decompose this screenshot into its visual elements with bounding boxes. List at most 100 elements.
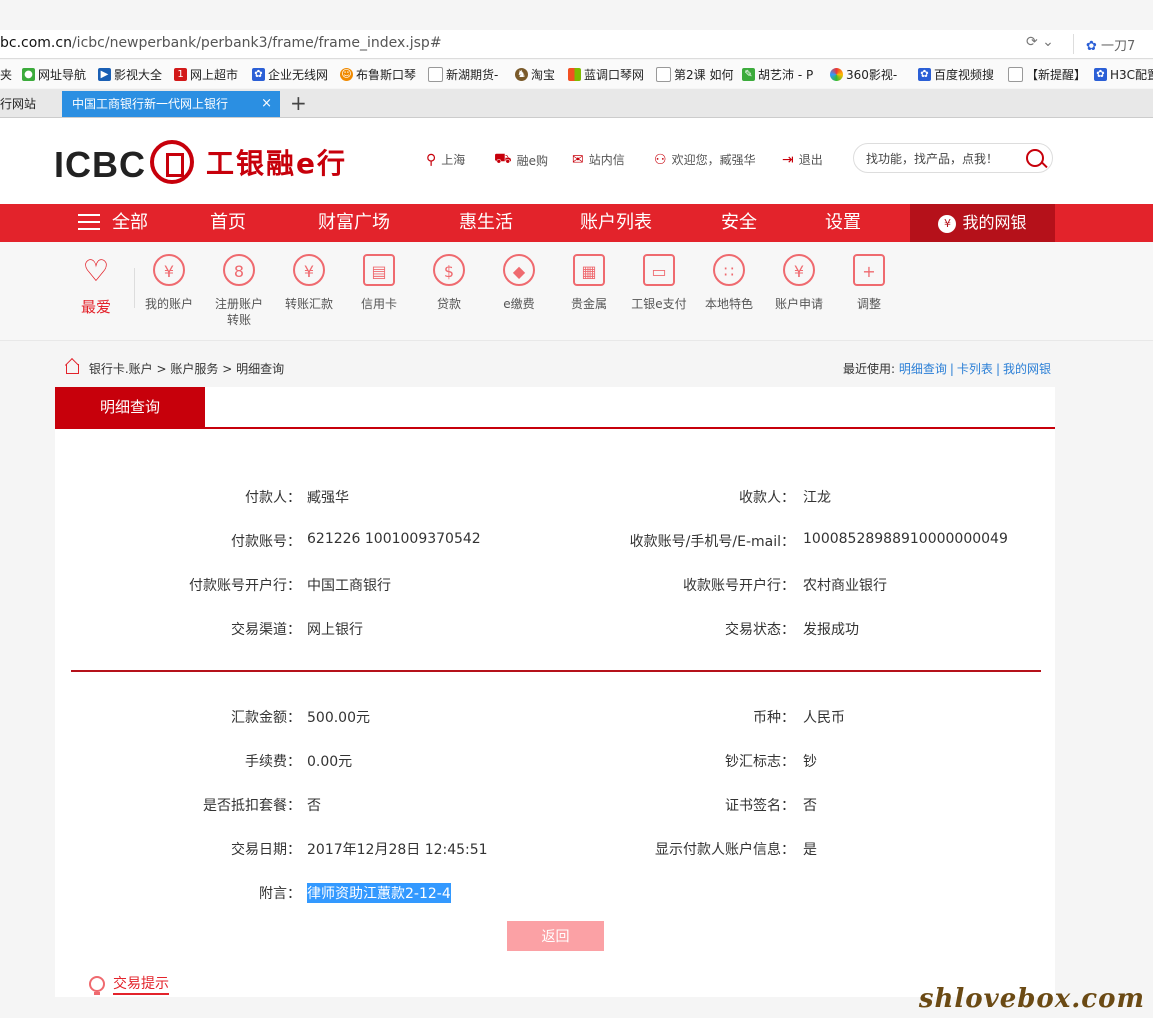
recent-my-ebank[interactable]: 我的网银: [1003, 362, 1051, 376]
bookmark-4[interactable]: ✿ 企业无线网: [252, 66, 328, 83]
quick-account-apply[interactable]: ¥ 账户申请: [764, 254, 834, 312]
quick-my-account[interactable]: ¥ 我的账户: [134, 254, 204, 312]
nav-life[interactable]: 惠生活: [459, 204, 513, 242]
quick-precious-metal[interactable]: ▦ 贵金属: [554, 254, 624, 312]
quick-icbc-epay[interactable]: ▭ 工银e支付: [624, 254, 694, 312]
yen-icon: ¥: [153, 254, 185, 286]
nav-my-ebank[interactable]: ¥ 我的网银: [910, 204, 1055, 242]
local-grid-icon: ∷: [713, 254, 745, 286]
bookmark-1[interactable]: ● 网址导航: [22, 66, 86, 83]
bookmark-5[interactable]: ☺ 布鲁斯口琴: [340, 66, 416, 83]
new-tab-icon[interactable]: +: [290, 91, 307, 115]
detail-panel: 明细查询 付款人： 臧强华 收款人： 江龙 付款账号： 621226 10010093…: [55, 387, 1055, 997]
bookmark-6[interactable]: 新湖期货-: [428, 66, 498, 83]
nav-accounts[interactable]: 账户列表: [580, 204, 652, 242]
breadcrumb-account-service[interactable]: 账户服务: [170, 362, 218, 376]
site-header: ICBC 工银融e行 ⚲ 上海 ⛟ 融e购 ✉ 站内信 ⚇ 欢迎您，臧强华 ⇥ 退出: [0, 118, 1153, 204]
bookmark-11[interactable]: 360影视-: [830, 66, 897, 83]
yen-icon: ¥: [783, 254, 815, 286]
location-icon: ⚲: [426, 151, 437, 168]
mail-link[interactable]: ✉ 站内信: [572, 151, 625, 168]
icbc-seal-icon: [150, 140, 194, 184]
transaction-tip[interactable]: 交易提示: [89, 973, 169, 995]
shop-link[interactable]: ⛟ 融e购: [494, 151, 548, 169]
welcome-link[interactable]: ⚇ 欢迎您，臧强华: [654, 151, 756, 168]
bookmark-3[interactable]: 1 网上超市: [174, 66, 238, 83]
ie-compat-icon[interactable]: ⟳ ⌄: [1026, 34, 1054, 50]
site-search-input[interactable]: [864, 148, 1023, 170]
bookmark-13[interactable]: 【新提醒】: [1008, 66, 1086, 83]
nav-home[interactable]: 首页: [210, 204, 246, 242]
taobao-icon: ♞: [515, 68, 528, 81]
quick-adjust[interactable]: + 调整: [834, 254, 904, 312]
edit-icon: ✎: [742, 68, 755, 81]
quick-remittance[interactable]: ¥ 转账汇款: [274, 254, 344, 312]
breadcrumb-detail-query: 明细查询: [236, 362, 285, 376]
quick-loan[interactable]: $ 贷款: [414, 254, 484, 312]
bookmark-12[interactable]: ✿ 百度视频搜: [918, 66, 994, 83]
payee-account-value: 10008528988910000000049: [803, 531, 1008, 547]
nav-wealth[interactable]: 财富广场: [318, 204, 390, 242]
paw-icon: ✿: [252, 68, 265, 81]
panel-header-line: [55, 427, 1055, 429]
home-icon[interactable]: [66, 364, 79, 374]
cash-flag-value: 钞: [803, 754, 817, 770]
nav-security[interactable]: 安全: [721, 204, 757, 242]
quick-credit-card[interactable]: ▤ 信用卡: [344, 254, 414, 312]
city-link[interactable]: ⚲ 上海: [426, 151, 465, 168]
bookmark-0[interactable]: 夹: [0, 66, 12, 83]
search-icon[interactable]: [1026, 149, 1044, 167]
payee-bank-value: 农村商业银行: [803, 578, 887, 594]
icbc-logo[interactable]: ICBC: [54, 144, 146, 186]
recent-used: 最近使用: 明细查询 | 卡列表 | 我的网银: [842, 362, 1051, 376]
recent-detail-query[interactable]: 明细查询: [899, 362, 947, 376]
address-bar[interactable]: bc.com.cn/icbc/newperbank/perbank3/frame…: [0, 30, 1153, 59]
quick-epay-bills[interactable]: ◆ e缴费: [484, 254, 554, 312]
bookmark-14[interactable]: ✿H3C配置: [1094, 66, 1153, 83]
nav-all[interactable]: 全部: [78, 204, 148, 242]
quick-local[interactable]: ∷ 本地特色: [694, 254, 764, 312]
favorite-item[interactable]: ♡ 最爱: [76, 256, 116, 317]
quick-register-transfer[interactable]: 8 注册账户转账: [204, 254, 274, 328]
close-tab-icon[interactable]: ×: [261, 91, 272, 117]
paw-icon: ✿: [918, 68, 931, 81]
360-icon: [830, 68, 843, 81]
page-icon: [656, 67, 671, 82]
film-icon: ▶: [98, 68, 111, 81]
breadcrumb: 银行卡.账户 > 账户服务 > 明细查询: [66, 360, 284, 377]
tab-bar: 行网站 中国工商银行新一代网上银行 × +: [0, 89, 1153, 118]
bookmark-2[interactable]: ▶ 影视大全: [98, 66, 162, 83]
transfer-lock-icon: 8: [223, 254, 255, 286]
bookmark-8[interactable]: 蓝调口琴网: [568, 66, 644, 83]
brand-name: 工银融e行: [206, 147, 347, 180]
back-button[interactable]: 返回: [507, 921, 604, 951]
tab-icbc[interactable]: 中国工商银行新一代网上银行 ×: [62, 91, 280, 117]
smile-icon: ☺: [340, 68, 353, 81]
page-icon: [428, 67, 443, 82]
logout-link[interactable]: ⇥ 退出: [782, 151, 823, 168]
url-text[interactable]: bc.com.cn/icbc/newperbank/perbank3/frame…: [0, 35, 442, 51]
bookmark-7[interactable]: ♞ 淘宝: [515, 66, 555, 83]
breadcrumb-card-account[interactable]: 银行卡.账户: [89, 362, 153, 376]
logout-icon: ⇥: [782, 151, 794, 168]
browser-search[interactable]: ✿ 一刀7: [1086, 35, 1135, 54]
exchange-icon: ¥: [293, 254, 325, 286]
show-payer-value: 是: [803, 842, 817, 858]
plus-icon: +: [853, 254, 885, 286]
cert-value: 否: [803, 798, 817, 814]
windows-icon: [568, 68, 581, 81]
gold-bar-icon: ▦: [573, 254, 605, 286]
paw-icon: ✿: [1094, 68, 1107, 81]
nav-settings[interactable]: 设置: [825, 204, 861, 242]
tab-bank-site[interactable]: 行网站: [0, 91, 36, 117]
mail-icon: ✉: [572, 151, 584, 168]
bookmark-9[interactable]: 第2课 如何: [656, 66, 733, 83]
bookmark-10[interactable]: ✎ 胡艺沛 - P: [742, 66, 813, 83]
bookmarks-bar: 夹 ● 网址导航 ▶ 影视大全 1 网上超市 ✿ 企业无线网 ☺ 布鲁斯口琴 新湖期货- …: [0, 60, 1153, 88]
quick-menu: ♡ 最爱 ¥ 我的账户 8 注册账户转账 ¥ 转账汇款 ▤ 信用卡 $ 贷款 ◆ e缴费 ▦…: [0, 242, 1153, 341]
payee-value: 江龙: [803, 490, 831, 506]
tab-detail-query[interactable]: 明细查询: [55, 387, 205, 427]
status-value: 发报成功: [803, 622, 859, 638]
recent-card-list[interactable]: 卡列表: [957, 362, 993, 376]
watermark-logo: shlovebox.com: [918, 984, 1145, 1014]
